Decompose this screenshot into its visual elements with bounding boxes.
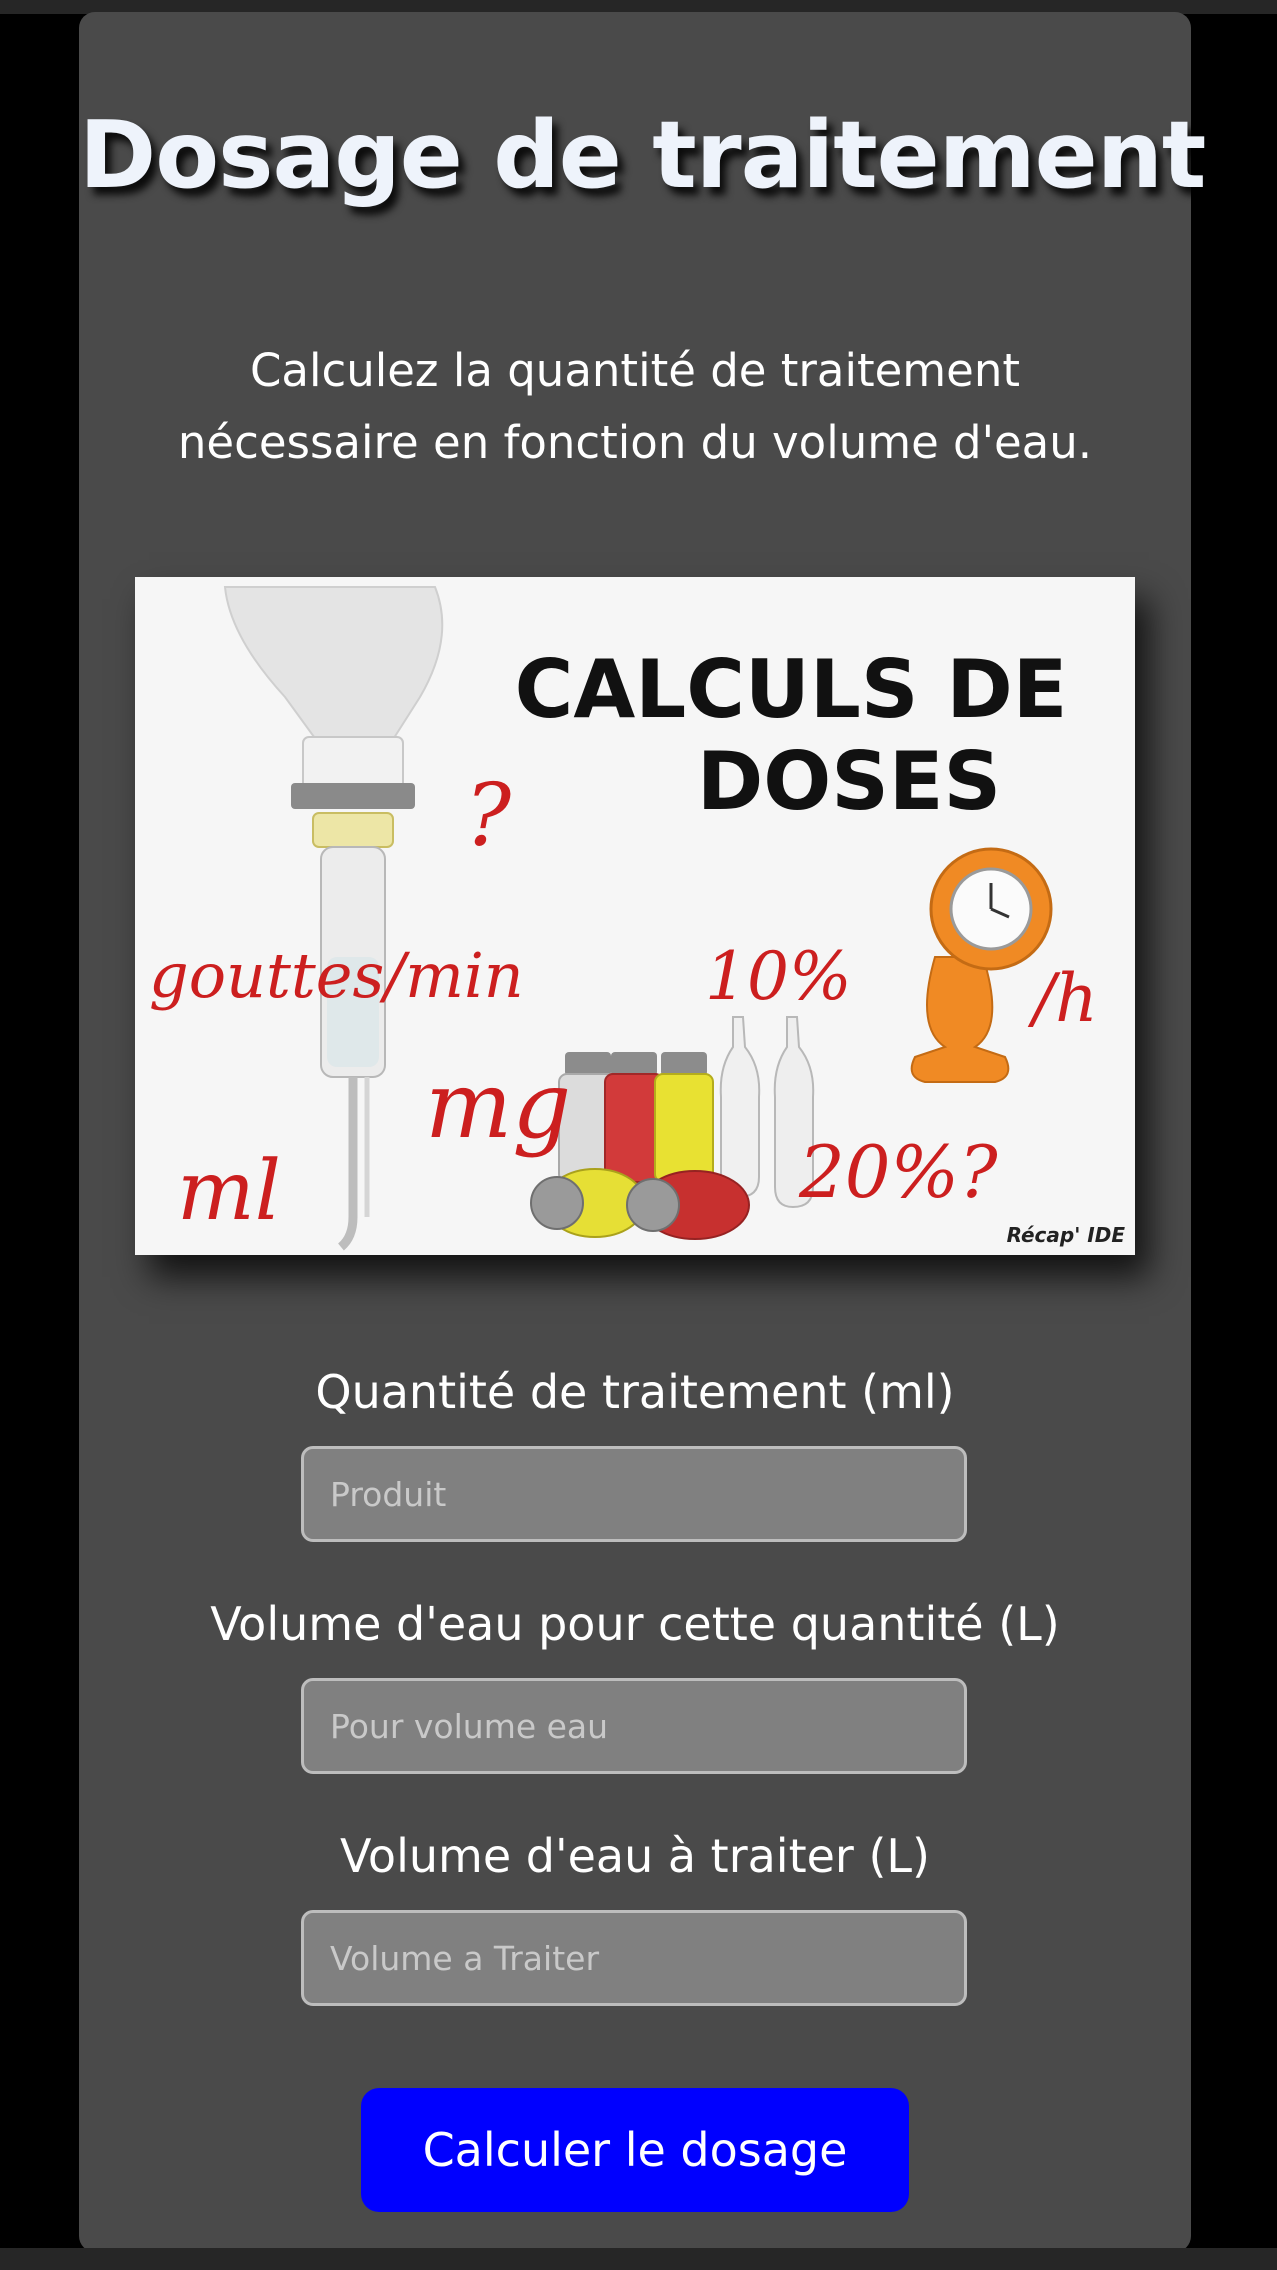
water-to-treat-input[interactable] (301, 1910, 967, 2006)
page-subtitle: Calculez la quantité de traitement néces… (177, 344, 1093, 469)
page-title: Dosage de traitement (79, 101, 1206, 210)
hero-heading-line1: CALCULS DE (515, 643, 1068, 736)
hero-heading-line2: DOSES (697, 735, 1001, 828)
hero-annotation-question: ? (465, 766, 512, 866)
hero-annotation-mg: mg (425, 1052, 571, 1159)
hero-annotation-ten-percent: 10% (705, 938, 852, 1015)
hero-annotation-twenty-percent: 20%? (798, 1130, 998, 1214)
reference-water-volume-label: Volume d'eau pour cette quantité (L) (210, 1597, 1060, 1651)
calculate-dosage-button[interactable]: Calculer le dosage (361, 2088, 909, 2212)
reference-water-volume-input[interactable] (301, 1678, 967, 1774)
calculator-card: Dosage de traitement Calculez la quantit… (79, 12, 1206, 2252)
water-to-treat-label: Volume d'eau à traiter (L) (340, 1829, 930, 1883)
browser-bottom-strip (0, 2248, 1277, 2270)
treatment-quantity-label: Quantité de traitement (ml) (315, 1365, 955, 1419)
hero-annotation-drops-per-min: gouttes/min (149, 939, 524, 1012)
treatment-quantity-input[interactable] (301, 1446, 967, 1542)
hero-credit: Récap' IDE (1007, 1223, 1126, 1247)
hero-annotation-per-hour: /h (1027, 960, 1098, 1037)
hero-image: CALCULS DE DOSES ? gouttes/min 10% /h mg… (135, 577, 1135, 1255)
hero-annotation-ml: ml (177, 1144, 281, 1239)
